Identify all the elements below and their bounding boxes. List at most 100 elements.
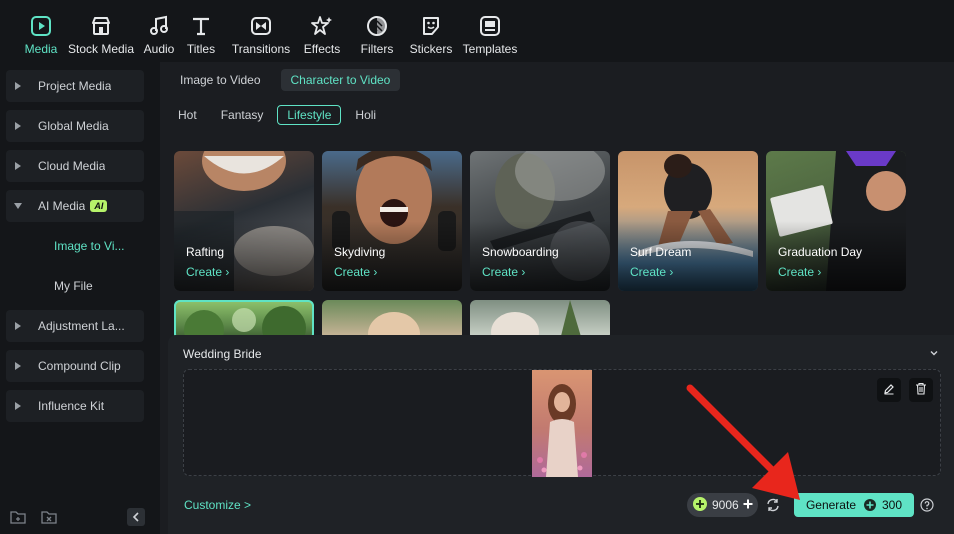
- ai-badge: AI: [90, 200, 108, 212]
- chevron-right-icon: ›: [225, 265, 230, 279]
- uploaded-image-preview: [532, 370, 592, 477]
- credits-balance[interactable]: 9006: [687, 493, 758, 517]
- tab-image-to-video[interactable]: Image to Video: [170, 69, 271, 91]
- card-thumbnail: [368, 312, 420, 340]
- card-create-label: Create: [778, 265, 815, 279]
- sidebar-item-label: Cloud Media: [38, 159, 106, 173]
- card-create-link[interactable]: Create ›: [334, 265, 377, 279]
- template-card-rafting[interactable]: Rafting Create ›: [174, 151, 314, 291]
- category-fantasy[interactable]: Fantasy: [211, 105, 274, 125]
- toolbar-label: Transitions: [231, 42, 291, 56]
- new-folder-icon[interactable]: [10, 510, 26, 527]
- sidebar-item-label: Project Media: [38, 79, 112, 93]
- toolbar-filters[interactable]: Filters: [344, 0, 410, 62]
- trash-icon: [915, 382, 927, 398]
- generate-button[interactable]: Generate 300: [794, 493, 914, 517]
- caret-right-icon: [14, 402, 22, 410]
- template-card-skydiving[interactable]: Skydiving Create ›: [322, 151, 462, 291]
- card-create-label: Create: [482, 265, 519, 279]
- template-card-surf-dream[interactable]: Surf Dream Create ›: [618, 151, 758, 291]
- card-title: Surf Dream: [630, 245, 692, 259]
- chevron-right-icon: ›: [817, 265, 822, 279]
- sidebar-item-label: Adjustment La...: [38, 319, 125, 333]
- chevron-down-icon[interactable]: [928, 347, 940, 359]
- sidebar-item-label: Compound Clip: [38, 359, 121, 373]
- toolbar-label: Audio: [143, 42, 175, 56]
- edit-image-button[interactable]: [877, 378, 901, 402]
- audio-icon: [147, 14, 171, 38]
- toolbar-effects[interactable]: Effects: [300, 0, 344, 62]
- customize-link[interactable]: Customize >: [184, 498, 251, 512]
- caret-right-icon: [14, 362, 22, 370]
- sidebar-sub-image-to-video[interactable]: Image to Vi...: [54, 239, 124, 253]
- tab-character-to-video[interactable]: Character to Video: [280, 69, 401, 91]
- toolbar-label: Templates: [462, 42, 518, 56]
- template-card-snowboarding[interactable]: Snowboarding Create ›: [470, 151, 610, 291]
- category-hot[interactable]: Hot: [176, 105, 207, 125]
- sidebar-item-influence-kit[interactable]: Influence Kit: [6, 390, 144, 422]
- chevron-right-icon: ›: [521, 265, 526, 279]
- template-card-row2-b[interactable]: [322, 300, 462, 340]
- card-create-label: Create: [334, 265, 371, 279]
- card-create-link[interactable]: Create ›: [482, 265, 525, 279]
- import-folder-icon[interactable]: [41, 510, 57, 527]
- card-title: Skydiving: [334, 245, 386, 259]
- template-card-graduation-day[interactable]: Graduation Day Create ›: [766, 151, 906, 291]
- sidebar-item-adjustment-layer[interactable]: Adjustment La...: [6, 310, 144, 342]
- toolbar-media[interactable]: Media: [18, 0, 64, 62]
- card-create-link[interactable]: Create ›: [630, 265, 673, 279]
- toolbar-label: Media: [24, 42, 58, 56]
- generate-cost: 300: [882, 498, 903, 512]
- refresh-icon[interactable]: [765, 497, 781, 513]
- card-create-link[interactable]: Create ›: [186, 265, 229, 279]
- sidebar: Project Media Global Media Cloud Media A…: [0, 62, 152, 534]
- toolbar-stickers[interactable]: Stickers: [410, 0, 452, 62]
- template-card-wedding-bride[interactable]: [174, 300, 314, 340]
- sidebar-sub-my-file[interactable]: My File: [54, 279, 93, 293]
- uploaded-image: [532, 370, 592, 477]
- card-thumbnail: [491, 300, 582, 340]
- credit-coin-icon: [693, 496, 707, 514]
- caret-right-icon: [14, 122, 22, 130]
- sidebar-item-global-media[interactable]: Global Media: [6, 110, 144, 142]
- chevron-right-icon: ›: [373, 265, 378, 279]
- credit-coin-icon: [864, 499, 876, 511]
- toolbar-transitions[interactable]: Transitions: [222, 0, 300, 62]
- category-lifestyle[interactable]: Lifestyle: [277, 105, 342, 125]
- toolbar-label: Titles: [186, 42, 216, 56]
- card-create-label: Create: [186, 265, 223, 279]
- card-create-label: Create: [630, 265, 667, 279]
- card-thumbnail: [184, 306, 306, 340]
- transitions-icon: [249, 14, 273, 38]
- template-card-row2-c[interactable]: [470, 300, 610, 340]
- card-title: Graduation Day: [778, 245, 863, 259]
- stock-media-icon: [89, 14, 113, 38]
- delete-image-button[interactable]: [909, 378, 933, 402]
- sidebar-item-label: Influence Kit: [38, 399, 105, 413]
- toolbar-stock-media[interactable]: Stock Media: [64, 0, 138, 62]
- templates-icon: [478, 14, 502, 38]
- sidebar-footer: [8, 508, 146, 528]
- effects-icon: [310, 14, 334, 38]
- sidebar-item-label: Global Media: [38, 119, 109, 133]
- toolbar-label: Effects: [303, 42, 341, 56]
- sidebar-item-ai-media[interactable]: AI Media AI: [6, 190, 144, 222]
- toolbar-label: Stickers: [409, 42, 453, 56]
- generate-label: Generate: [805, 498, 856, 512]
- top-toolbar: Media Stock Media Audio Titles Transitio…: [0, 0, 954, 62]
- toolbar-titles[interactable]: Titles: [180, 0, 222, 62]
- image-upload-area[interactable]: [183, 369, 941, 477]
- toolbar-label: Filters: [360, 42, 394, 56]
- chevron-right-icon: ›: [669, 265, 674, 279]
- add-credits-icon[interactable]: [743, 498, 753, 512]
- toolbar-audio[interactable]: Audio: [138, 0, 180, 62]
- help-icon[interactable]: [920, 498, 934, 512]
- caret-right-icon: [14, 162, 22, 170]
- sidebar-item-compound-clip[interactable]: Compound Clip: [6, 350, 144, 382]
- sidebar-item-project-media[interactable]: Project Media: [6, 70, 144, 102]
- toolbar-templates[interactable]: Templates: [452, 0, 528, 62]
- card-create-link[interactable]: Create ›: [778, 265, 821, 279]
- category-holi[interactable]: Holi: [345, 105, 386, 125]
- sidebar-item-cloud-media[interactable]: Cloud Media: [6, 150, 144, 182]
- collapse-sidebar-icon[interactable]: [127, 508, 145, 526]
